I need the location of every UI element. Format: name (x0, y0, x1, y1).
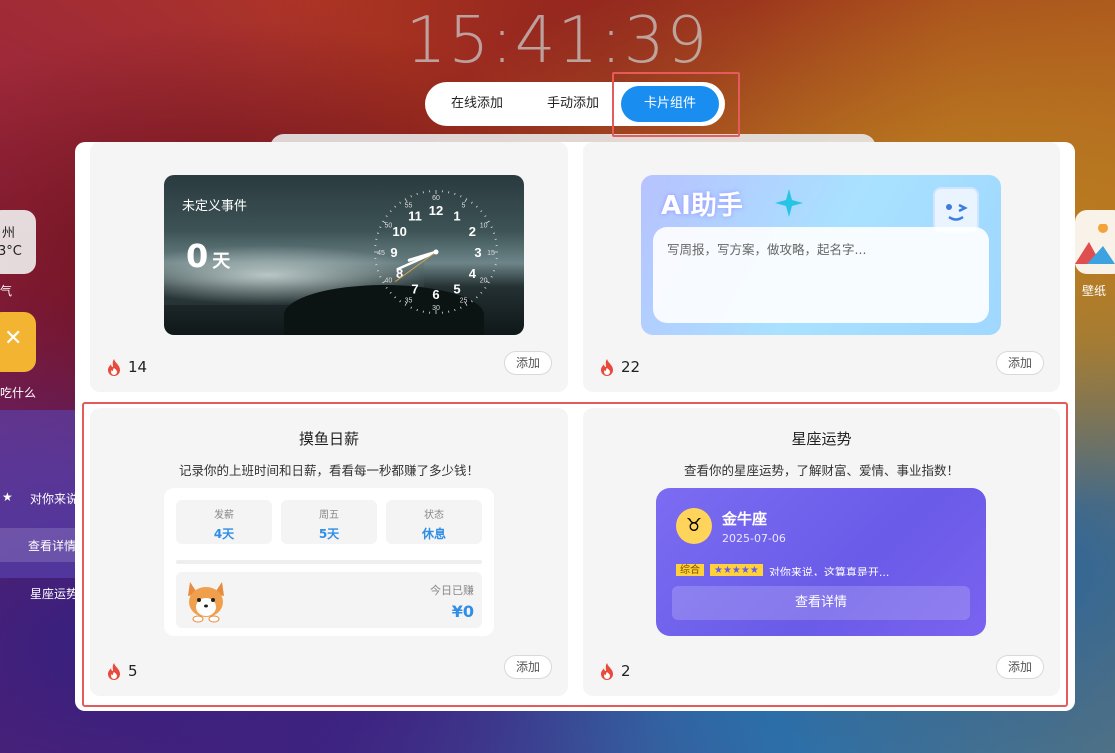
cards-highlight-box (82, 402, 1068, 707)
event-name: 未定义事件 (182, 199, 248, 214)
flame-icon (601, 359, 613, 376)
clock-tick (490, 276, 493, 278)
clock-tick (454, 192, 456, 196)
flame-icon (108, 359, 120, 376)
clock: 15:41:39 (405, 4, 710, 78)
clock-tick (394, 205, 397, 208)
add-button[interactable]: 添加 (996, 351, 1044, 375)
clock-tick (492, 232, 496, 234)
clock-tick (399, 201, 402, 204)
side-view-detail-button[interactable]: 查看详情 (0, 528, 80, 562)
analog-clock-icon: 12 123456789101160510152025303540455055 (374, 190, 498, 314)
clock-tick (416, 192, 418, 196)
ai-title: AI助手 (661, 191, 743, 221)
tab-online-add[interactable]: 在线添加 (429, 86, 525, 122)
card-heat: 22 (599, 358, 640, 376)
clock-hour-number: 1 (453, 209, 460, 224)
clock-tick (389, 291, 392, 294)
clock-minute-number: 5 (462, 202, 466, 209)
clock-minute-number: 20 (480, 278, 488, 285)
clock-tick (410, 195, 412, 198)
side-view-detail-label: 查看详情 (28, 539, 77, 553)
weather-widget[interactable]: 州 3°C (0, 210, 36, 274)
clock-minute-number: 50 (384, 223, 392, 230)
clock-hour-number: 2 (469, 224, 476, 239)
clock-tick (480, 291, 483, 294)
clock-tick (464, 198, 468, 202)
horoscope-side-label: 星座运势 (30, 587, 79, 601)
clock-minute-number: 45 (377, 250, 385, 257)
heat-count: 14 (128, 358, 148, 376)
clock-tick (410, 306, 412, 309)
clock-minute-number: 40 (384, 278, 392, 285)
tab-highlight-box (612, 72, 740, 137)
weather-label: 气 (0, 284, 13, 298)
clock-minute-number: 25 (460, 298, 468, 305)
clock-minute-number: 15 (487, 250, 495, 257)
star-icon: ★ (2, 490, 13, 504)
heat-count: 22 (621, 358, 641, 376)
wallpaper-label: 壁纸 (1082, 284, 1107, 298)
food-widget[interactable]: ✕ (0, 312, 36, 372)
ai-assistant-preview: AI助手 写周报，写方案，做攻略，起名字... (641, 175, 1001, 335)
clock-minute-number: 30 (432, 305, 440, 312)
horoscope-side-widget: ★ 对你来说 查看详情 (0, 410, 80, 578)
clock-hour-number: 3 (474, 245, 481, 260)
days-count: 0 (186, 237, 209, 275)
clock-hour-number: 9 (390, 245, 397, 260)
food-label: 吃什么 (0, 386, 37, 400)
sparkle-icon (775, 189, 803, 217)
card-ai-assistant: AI助手 写周报，写方案，做攻略，起名字... 22 添加 (583, 142, 1060, 392)
tab-manual-add[interactable]: 手动添加 (525, 86, 621, 122)
clock-hour-number: 7 (411, 281, 418, 296)
clock-tick (480, 210, 483, 213)
clock-tick (379, 226, 382, 228)
horoscope-side-text: 对你来说 (30, 492, 79, 506)
clock-tick (460, 195, 462, 198)
card-countdown: 未定义事件 0天 12 1 2 3 4 5 6 7 8 9 10 11 60 5 10 15 20 25 30 35 4… (90, 142, 568, 392)
ai-input-placeholder: 写周报，写方案，做攻略，起名字... (667, 242, 867, 257)
clock-hour-number: 4 (469, 266, 477, 281)
clock-tick (470, 300, 473, 303)
clock-tick (470, 201, 473, 204)
clock-tick (394, 296, 397, 299)
clock-tick (376, 270, 380, 272)
clock-hour-number: 5 (453, 281, 460, 296)
countdown-preview: 未定义事件 0天 12 1 2 3 4 5 6 7 8 9 10 11 60 5 10 15 20 25 30 35 4… (164, 175, 524, 335)
clock-tick (454, 308, 456, 312)
clock-minute-number: 55 (405, 202, 413, 209)
days-unit: 天 (212, 251, 231, 272)
clock-minute-number: 10 (480, 223, 488, 230)
clock-tick (376, 232, 380, 234)
card-heat: 14 (106, 358, 147, 376)
clock-tick (404, 198, 408, 202)
clock-tick (385, 286, 388, 289)
fork-icon: ✕ (4, 326, 23, 351)
event-days: 0天 (186, 237, 230, 275)
clock-tick (379, 276, 382, 278)
clock-minute-number: 35 (405, 298, 413, 305)
clock-tick (475, 205, 478, 208)
add-button[interactable]: 添加 (504, 351, 552, 375)
clock-tick (460, 306, 462, 309)
clock-tick (484, 286, 487, 289)
clock-hour-number: 12 (429, 203, 443, 218)
clock-tick (490, 226, 493, 228)
mountain-icon (1075, 224, 1115, 264)
weather-city: 州 (2, 226, 16, 241)
clock-tick (416, 308, 418, 312)
clock-tick (389, 210, 392, 213)
clock-tick (399, 300, 402, 303)
clock-tick (385, 215, 388, 218)
clock-tick (484, 215, 487, 218)
clock-tick (492, 270, 496, 272)
weather-temp: 3°C (0, 244, 22, 259)
wallpaper-widget[interactable] (1075, 210, 1115, 274)
clock-hour-number: 6 (432, 287, 439, 302)
clock-tick (475, 296, 478, 299)
clock-center (433, 249, 439, 255)
clock-hour-number: 10 (392, 224, 406, 239)
clock-minute-number: 60 (432, 195, 440, 202)
clock-hour-number: 11 (408, 209, 422, 224)
